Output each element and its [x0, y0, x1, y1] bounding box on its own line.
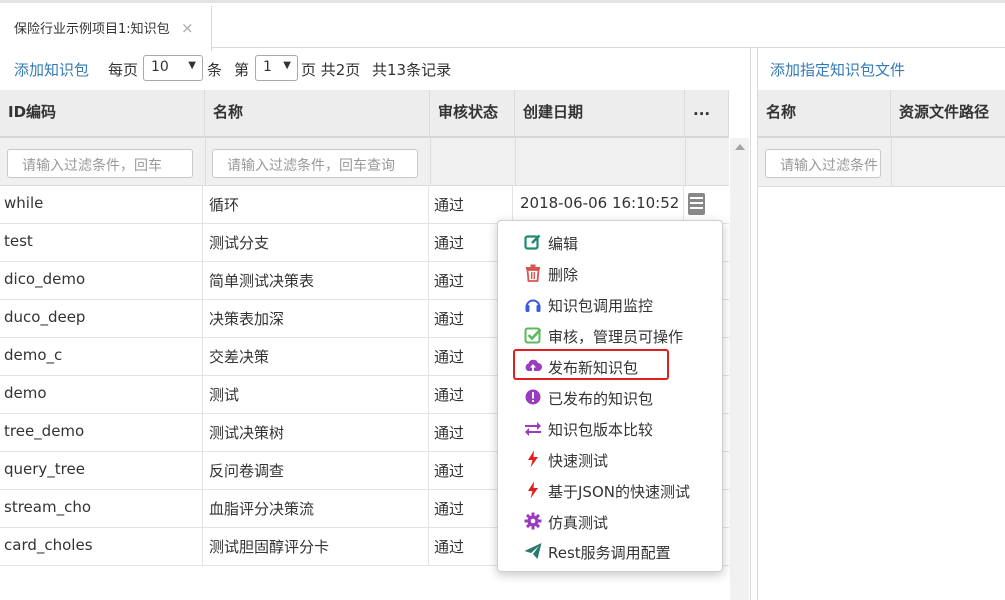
- cell-name: 测试: [203, 376, 429, 414]
- menu-item-monitor[interactable]: 知识包调用监控: [498, 289, 722, 319]
- gear-icon: [524, 512, 542, 530]
- cell-id: duco_deep: [0, 300, 203, 338]
- menu-item-published[interactable]: 已发布的知识包: [498, 382, 722, 412]
- cell-id: demo_c: [0, 338, 203, 376]
- cell-name: 测试胆固醇评分卡: [203, 528, 429, 566]
- filter-row: 请输入过滤条件，回车 请输入过滤条件，回车查询: [0, 138, 729, 186]
- menu-item-label: 审核，管理员可操作: [548, 328, 684, 346]
- cell-id: while: [0, 186, 203, 224]
- column-header-name[interactable]: 名称: [205, 90, 430, 138]
- page-value: 1: [263, 59, 272, 75]
- menu-item-simulation[interactable]: 仿真测试: [498, 506, 722, 536]
- cell-status: 通过: [429, 186, 513, 224]
- total-records: 共13条记录: [372, 61, 452, 79]
- menu-item-label: 已发布的知识包: [548, 390, 654, 408]
- bolt-icon: [528, 450, 538, 468]
- per-page-suffix: 条: [207, 61, 223, 79]
- per-page-label: 每页: [108, 61, 139, 79]
- cell-id: demo: [0, 376, 203, 414]
- edit-icon: [524, 234, 541, 250]
- menu-item-label: 快速测试: [548, 452, 609, 470]
- cell-id: card_choles: [0, 528, 203, 566]
- row-context-menu: 编辑 删除 知识包调用监控 审核，管理员可操作 发布新知识包 已发布的知识包 知…: [497, 220, 723, 572]
- scroll-up-icon[interactable]: [735, 144, 745, 150]
- cell-id: stream_cho: [0, 490, 203, 528]
- cell-name: 交差决策: [203, 338, 429, 376]
- column-header-date[interactable]: 创建日期: [515, 90, 685, 138]
- menu-item-json-test[interactable]: 基于JSON的快速测试: [498, 475, 722, 505]
- menu-item-delete[interactable]: 删除: [498, 258, 722, 288]
- table-row[interactable]: while 循环 通过 2018-06-06 16:10:52: [0, 186, 729, 224]
- column-header-id[interactable]: ID编码: [0, 90, 205, 138]
- cell-id: tree_demo: [0, 414, 203, 452]
- menu-item-label: 知识包版本比较: [548, 421, 654, 439]
- cell-id: dico_demo: [0, 262, 203, 300]
- menu-item-label: 知识包调用监控: [548, 297, 654, 315]
- column-header-resource-path[interactable]: 资源文件路径: [891, 90, 1005, 138]
- column-header-status[interactable]: 审核状态: [430, 90, 515, 138]
- add-package-file-link[interactable]: 添加指定知识包文件: [770, 59, 905, 80]
- page-count: 页 共2页: [301, 61, 361, 79]
- cell-name: 测试决策树: [203, 414, 429, 452]
- highlight-box: [513, 349, 669, 380]
- cell-name: 决策表加深: [203, 300, 429, 338]
- chevron-down-icon: ▼: [283, 60, 291, 71]
- tab-knowledge-package[interactable]: 保险行业示例项目1:知识包 ×: [0, 6, 212, 51]
- filter-input-file-name[interactable]: 请输入过滤条件: [765, 149, 881, 178]
- toolbar: 添加知识包 每页 10 ▼ 条 第 1 ▼ 页 共2页 共13条记录: [0, 55, 750, 83]
- menu-item-label: 编辑: [548, 235, 579, 253]
- add-package-link[interactable]: 添加知识包: [14, 59, 89, 80]
- filter-input-name[interactable]: 请输入过滤条件，回车查询: [212, 149, 418, 178]
- cell-name: 测试分支: [203, 224, 429, 262]
- cell-id: test: [0, 224, 203, 262]
- panel-splitter[interactable]: [750, 48, 758, 600]
- send-icon: [524, 543, 542, 559]
- tab-title: 保险行业示例项目1:知识包: [14, 22, 170, 37]
- cell-name: 血脂评分决策流: [203, 490, 429, 528]
- column-header-file-name[interactable]: 名称: [758, 90, 891, 138]
- cell-id: query_tree: [0, 452, 203, 490]
- menu-item-label: 基于JSON的快速测试: [548, 483, 690, 501]
- menu-item-label: 仿真测试: [548, 514, 609, 532]
- page-label: 第: [234, 61, 250, 79]
- close-icon[interactable]: ×: [181, 19, 194, 37]
- exchange-icon: [525, 422, 541, 436]
- cell-name: 反问卷调查: [203, 452, 429, 490]
- filter-input-id[interactable]: 请输入过滤条件，回车: [7, 149, 193, 178]
- menu-item-rest-config[interactable]: Rest服务调用配置: [498, 536, 722, 566]
- menu-item-label: Rest服务调用配置: [548, 544, 671, 562]
- bolt-icon: [528, 481, 538, 499]
- trash-icon: [526, 264, 540, 282]
- exclamation-circle-icon: [525, 389, 541, 405]
- tab-bar: 保险行业示例项目1:知识包 ×: [0, 0, 1005, 51]
- cell-name: 简单测试决策表: [203, 262, 429, 300]
- right-filter-row: 请输入过滤条件: [758, 138, 1005, 187]
- chevron-down-icon: ▼: [188, 60, 196, 71]
- menu-item-quick-test[interactable]: 快速测试: [498, 444, 722, 474]
- cell-name: 循环: [203, 186, 429, 224]
- menu-item-compare[interactable]: 知识包版本比较: [498, 413, 722, 443]
- column-header-actions: ...: [685, 90, 729, 138]
- menu-item-edit[interactable]: 编辑: [498, 227, 722, 257]
- per-page-select[interactable]: 10 ▼: [143, 55, 203, 81]
- menu-item-label: 删除: [548, 266, 579, 284]
- page-select[interactable]: 1 ▼: [255, 55, 298, 81]
- check-square-icon: [524, 327, 542, 344]
- row-menu-button[interactable]: [688, 193, 705, 215]
- vertical-scrollbar[interactable]: [730, 138, 749, 600]
- per-page-value: 10: [151, 59, 169, 75]
- menu-item-review[interactable]: 审核，管理员可操作: [498, 320, 722, 350]
- headphones-icon: [525, 299, 541, 312]
- cell-date: 2018-06-06 16:10:52: [513, 186, 684, 224]
